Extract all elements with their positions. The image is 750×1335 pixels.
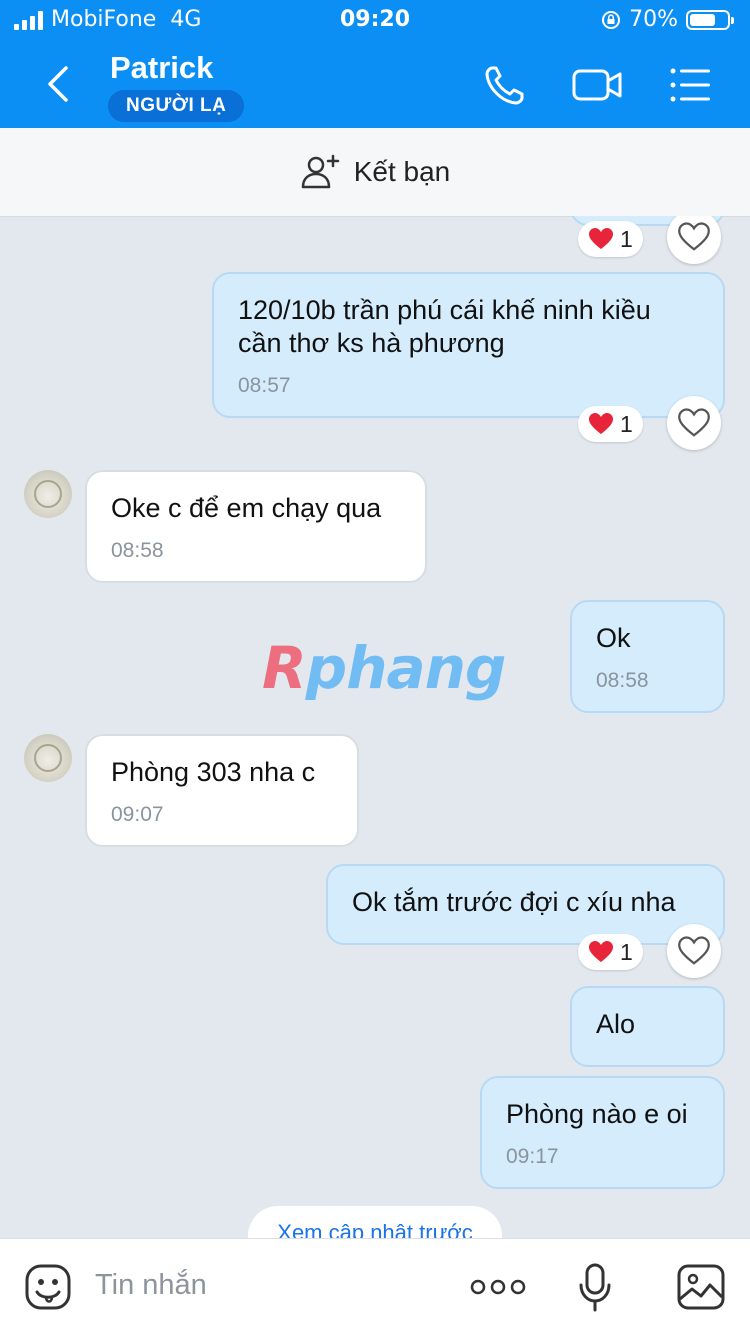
- react-button[interactable]: [667, 216, 721, 264]
- reaction-count: 1: [620, 410, 633, 437]
- message-bubble-incoming[interactable]: Oke c để em chạy qua 08:58: [85, 470, 427, 583]
- emoji-icon[interactable]: [24, 1263, 72, 1311]
- video-call-icon[interactable]: [572, 62, 624, 108]
- reaction-count: 1: [620, 938, 633, 965]
- heart-reaction-icon: [589, 413, 613, 434]
- message-bubble-outgoing[interactable]: Phòng nào e oi 09:17: [480, 1076, 725, 1189]
- see-older-button[interactable]: Xem cập nhật trước: [248, 1206, 502, 1238]
- battery-fill: [690, 13, 716, 26]
- message-bubble-outgoing[interactable]: Ok 08:58: [570, 600, 725, 713]
- message-text: Alo: [596, 1009, 636, 1039]
- message-text: Oke c để em chạy qua: [111, 493, 382, 523]
- heart-outline-icon: [678, 936, 710, 965]
- reaction-chip[interactable]: 1: [578, 221, 643, 257]
- message-time: 09:17: [506, 1145, 559, 1168]
- add-friend-icon: [301, 154, 339, 189]
- rotation-lock-icon: [602, 10, 621, 29]
- message-text: Ok tắm trước đợi c xíu nha: [352, 887, 676, 917]
- add-friend-button[interactable]: Kết bạn: [0, 128, 750, 217]
- status-right: 70%: [601, 7, 734, 32]
- message-bubble-incoming[interactable]: Phòng 303 nha c 09:07: [85, 734, 359, 847]
- heart-outline-icon: [678, 222, 710, 251]
- react-button[interactable]: [667, 396, 721, 450]
- heart-reaction-icon: [589, 228, 613, 249]
- heart-reaction-icon: [589, 941, 613, 962]
- add-friend-label: Kết bạn: [353, 156, 451, 187]
- image-gallery-icon[interactable]: [676, 1263, 726, 1311]
- chat-header: Patrick NGƯỜI LẠ: [0, 40, 750, 128]
- message-list[interactable]: 1 120/10b trần phú cái khế ninh kiều cần…: [0, 216, 750, 1238]
- more-options-icon[interactable]: [470, 1275, 526, 1299]
- status-bar: MobiFone 4G 09:20 70%: [0, 0, 750, 40]
- message-text: Phòng 303 nha c: [111, 757, 316, 787]
- message-bubble-outgoing[interactable]: 120/10b trần phú cái khế ninh kiều cần t…: [212, 272, 725, 418]
- reaction-chip[interactable]: 1: [578, 406, 643, 442]
- contact-name[interactable]: Patrick: [110, 50, 213, 86]
- reaction-count: 1: [620, 225, 633, 252]
- message-text: Phòng nào e oi: [506, 1099, 688, 1129]
- message-bubble-outgoing[interactable]: Alo: [570, 986, 725, 1067]
- message-bubble-outgoing[interactable]: Ok tắm trước đợi c xíu nha: [326, 864, 725, 945]
- reaction-chip[interactable]: 1: [578, 934, 643, 970]
- back-arrow-icon[interactable]: [40, 62, 80, 106]
- battery-percent: 70%: [629, 7, 678, 32]
- battery-icon: [686, 9, 734, 30]
- contact-avatar[interactable]: [24, 470, 72, 518]
- message-input[interactable]: Tin nhắn: [95, 1269, 207, 1302]
- message-time: 08:57: [238, 374, 291, 397]
- react-button[interactable]: [667, 924, 721, 978]
- message-composer: Tin nhắn: [0, 1238, 750, 1335]
- message-text: 120/10b trần phú cái khế ninh kiều cần t…: [238, 295, 651, 358]
- contact-avatar[interactable]: [24, 734, 72, 782]
- menu-icon[interactable]: [668, 62, 714, 108]
- microphone-icon[interactable]: [578, 1263, 612, 1313]
- stranger-badge: NGƯỜI LẠ: [108, 90, 245, 122]
- message-time: 08:58: [596, 669, 649, 692]
- heart-outline-icon: [678, 408, 710, 437]
- message-time: 08:58: [111, 539, 164, 562]
- message-time: 09:07: [111, 803, 164, 826]
- phone-icon[interactable]: [482, 62, 528, 108]
- watermark-logo: Rphang: [262, 634, 506, 702]
- message-text: Ok: [596, 623, 631, 653]
